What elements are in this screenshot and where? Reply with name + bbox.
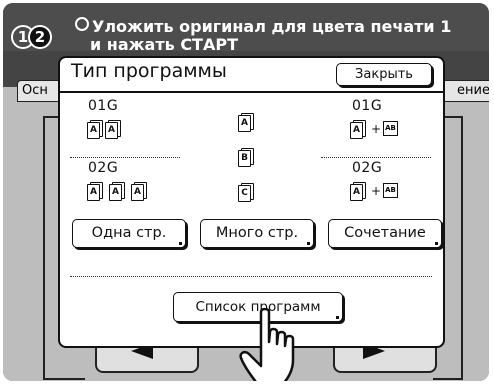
multi-page-button[interactable]: Много стр. [200,219,314,248]
page-b-icon: B [238,148,254,167]
combination-button-label: Сочетание [344,225,426,241]
multi-page-button-label: Много стр. [215,225,299,241]
divider [70,276,432,277]
page-c-icon: C [238,183,254,202]
combination-button[interactable]: Сочетание [328,219,442,248]
ab-combined-icon: AB [383,121,398,136]
divider [70,157,180,158]
title-divider [60,91,443,93]
single-code-02g: 02G [88,160,119,176]
dialog-title: Тип программы [71,60,227,82]
page-a-icon: A [238,113,254,132]
close-button-label: Закрыть [355,67,413,82]
page-a-icon: A [87,182,103,201]
page-a-icon: A [350,120,366,139]
close-button[interactable]: Закрыть [336,63,432,86]
status-message-line2: и нажать СТАРТ [90,35,238,54]
single-code-01g: 01G [88,98,119,114]
single-page-button-label: Одна стр. [91,225,167,241]
plus-sign: + [371,122,382,136]
circle-icon [75,17,89,31]
device-screen: 1 2 Уложить оригинал для цвета печати 1 … [3,3,489,381]
plus-sign: + [371,184,382,198]
combo-code-01g: 01G [352,98,383,114]
program-type-dialog: Тип программы Закрыть 01G A A 02G A A A … [58,56,445,348]
page-a-icon: A [105,120,121,139]
ab-combined-icon: AB [383,183,398,198]
single-page-button[interactable]: Одна стр. [72,219,186,248]
status-bar: 1 2 Уложить оригинал для цвета печати 1 … [3,3,489,54]
page-a-icon: A [131,182,147,201]
hand-pointer-icon [239,308,295,381]
page-a-icon: A [109,182,125,201]
status-message: Уложить оригинал для цвета печати 1 и на… [75,17,451,54]
step-2-indicator: 2 [28,25,52,49]
divider [321,157,431,158]
combo-code-02g: 02G [352,160,383,176]
page-a-icon: A [350,182,366,201]
status-message-line1: Уложить оригинал для цвета печати 1 [92,17,452,36]
page-a-icon: A [87,120,103,139]
